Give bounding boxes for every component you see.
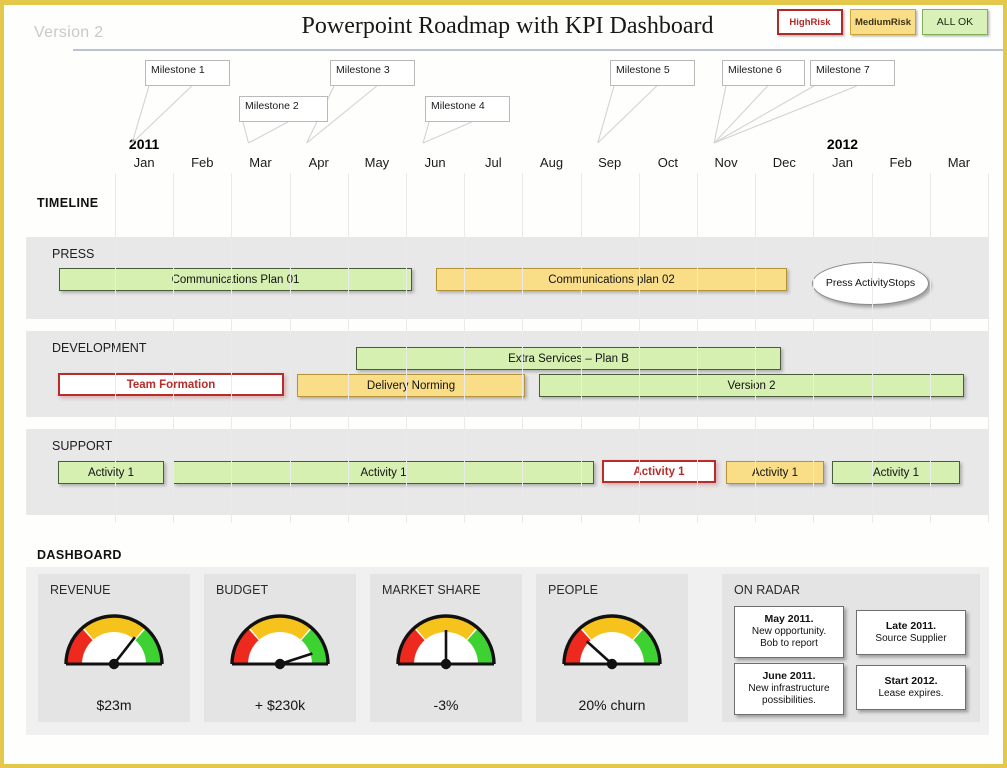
milestone-callout[interactable]: Milestone 3 xyxy=(330,60,415,86)
radar-note-heading: Start 2012. xyxy=(884,675,938,687)
radar-note-line: New infrastructure xyxy=(748,682,830,694)
radar-note-line: possibilities. xyxy=(762,695,816,707)
timeline-gridline xyxy=(813,173,815,523)
kpi-card-budget: BUDGET + $230k xyxy=(204,574,356,722)
swimlane-title-support: SUPPORT xyxy=(52,439,113,453)
swimlane-title-development: DEVELOPMENT xyxy=(52,341,147,355)
gantt-bar[interactable]: Team Formation xyxy=(58,373,284,396)
kpi-card-people: PEOPLE 20% churn xyxy=(536,574,688,722)
status-badge-high-risk[interactable]: High Risk xyxy=(777,9,843,35)
gantt-bar[interactable]: Delivery Norming xyxy=(297,374,525,397)
kpi-gauge xyxy=(64,614,164,670)
dashboard-panel: REVENUE $23m BUDGET + $230k MARKET SHARE -3% P… xyxy=(26,567,989,735)
timeline-gridline xyxy=(929,173,931,523)
kpi-card-revenue: REVENUE $23m xyxy=(38,574,190,722)
gantt-bar[interactable]: Activity 1 xyxy=(602,460,716,483)
milestone-callout[interactable]: Milestone 6 xyxy=(722,60,805,86)
radar-note-line: Bob to report xyxy=(760,638,818,650)
kpi-gauge xyxy=(396,614,496,670)
gantt-bar[interactable]: Activity 1 xyxy=(173,461,594,484)
kpi-gauge xyxy=(230,614,330,670)
status-badge-all-ok[interactable]: ALL OK xyxy=(922,9,988,35)
on-radar-card: ON RADAR May 2011. New opportunity. Bob to… xyxy=(722,574,980,722)
gantt-bar[interactable]: Activity 1 xyxy=(726,461,824,484)
kpi-gauge xyxy=(562,614,662,670)
radar-note[interactable]: Late 2011. Source Supplier xyxy=(856,610,966,655)
kpi-card-market-share: MARKET SHARE -3% xyxy=(370,574,522,722)
milestone-callout[interactable]: Milestone 5 xyxy=(610,60,695,86)
gantt-bar[interactable]: Activity 1 xyxy=(58,461,164,484)
swimlane-title-press: PRESS xyxy=(52,247,95,261)
radar-note-line: New opportunity. xyxy=(751,625,827,637)
radar-note-line: Source Supplier xyxy=(875,632,947,644)
gantt-bar[interactable]: Extra Services – Plan B xyxy=(356,347,781,370)
radar-note[interactable]: Start 2012. Lease expires. xyxy=(856,665,966,710)
timeline-gridline xyxy=(988,173,989,523)
timeline-gridline xyxy=(871,173,873,523)
timeline-gridline xyxy=(347,173,349,523)
kpi-title-people: PEOPLE xyxy=(548,583,599,597)
timeline-gridline xyxy=(697,173,698,523)
milestone-callout[interactable]: Milestone 1 xyxy=(145,60,230,86)
milestone-callout[interactable]: Milestone 7 xyxy=(810,60,895,86)
timeline-gridline xyxy=(580,173,582,523)
radar-note[interactable]: June 2011. New infrastructure possibilitie… xyxy=(734,663,844,715)
press-activity-stops-callout[interactable]: Press Activity Stops xyxy=(812,262,929,305)
timeline-gridline xyxy=(638,173,640,523)
slide-canvas: Version 2 Powerpoint Roadmap with KPI Da… xyxy=(0,0,1007,768)
timeline-gridline xyxy=(173,173,175,523)
status-badge-medium-risk[interactable]: Medium Risk xyxy=(850,9,916,35)
timeline-scale: Jan Feb Mar Apr May Jun Jul Aug Sep Oct Nov Dec Jan F… xyxy=(4,55,1003,180)
gantt-bar[interactable]: Communications Plan 01 xyxy=(59,268,412,291)
kpi-value-revenue: $23m xyxy=(96,697,132,713)
section-title-dashboard: DASHBOARD xyxy=(37,548,122,562)
radar-note-heading: Late 2011. xyxy=(885,620,937,632)
radar-note-heading: June 2011. xyxy=(762,670,816,683)
timeline-gridline xyxy=(464,173,466,523)
timeline-gridline xyxy=(289,173,291,523)
kpi-value-market-share: -3% xyxy=(433,697,459,713)
milestone-callout[interactable]: Milestone 4 xyxy=(425,96,510,122)
gantt-bar[interactable]: Activity 1 xyxy=(832,461,960,484)
timeline-gridline xyxy=(115,173,116,523)
radar-note-line: Lease expires. xyxy=(878,687,944,699)
timeline-gridline xyxy=(522,173,524,523)
milestone-callout[interactable]: Milestone 2 xyxy=(239,96,328,122)
gantt-bar[interactable]: Communications plan 02 xyxy=(436,268,787,291)
radar-note[interactable]: May 2011. New opportunity. Bob to report xyxy=(734,606,844,658)
on-radar-title: ON RADAR xyxy=(734,583,800,597)
section-title-timeline: TIMELINE xyxy=(37,196,99,210)
timeline-gridline xyxy=(231,173,233,523)
gantt-bar[interactable]: Version 2 xyxy=(539,374,964,397)
kpi-value-budget: + $230k xyxy=(254,697,306,713)
slide-inner: Version 2 Powerpoint Roadmap with KPI Da… xyxy=(4,5,1003,764)
kpi-value-people: 20% churn xyxy=(578,697,646,713)
radar-note-heading: May 2011. xyxy=(764,613,814,626)
timeline-gridline xyxy=(406,173,407,523)
timeline-gridline xyxy=(755,173,757,523)
kpi-title-budget: BUDGET xyxy=(216,583,269,597)
header-divider xyxy=(73,49,1003,51)
kpi-title-revenue: REVENUE xyxy=(50,583,111,597)
kpi-title-market-share: MARKET SHARE xyxy=(382,583,481,597)
